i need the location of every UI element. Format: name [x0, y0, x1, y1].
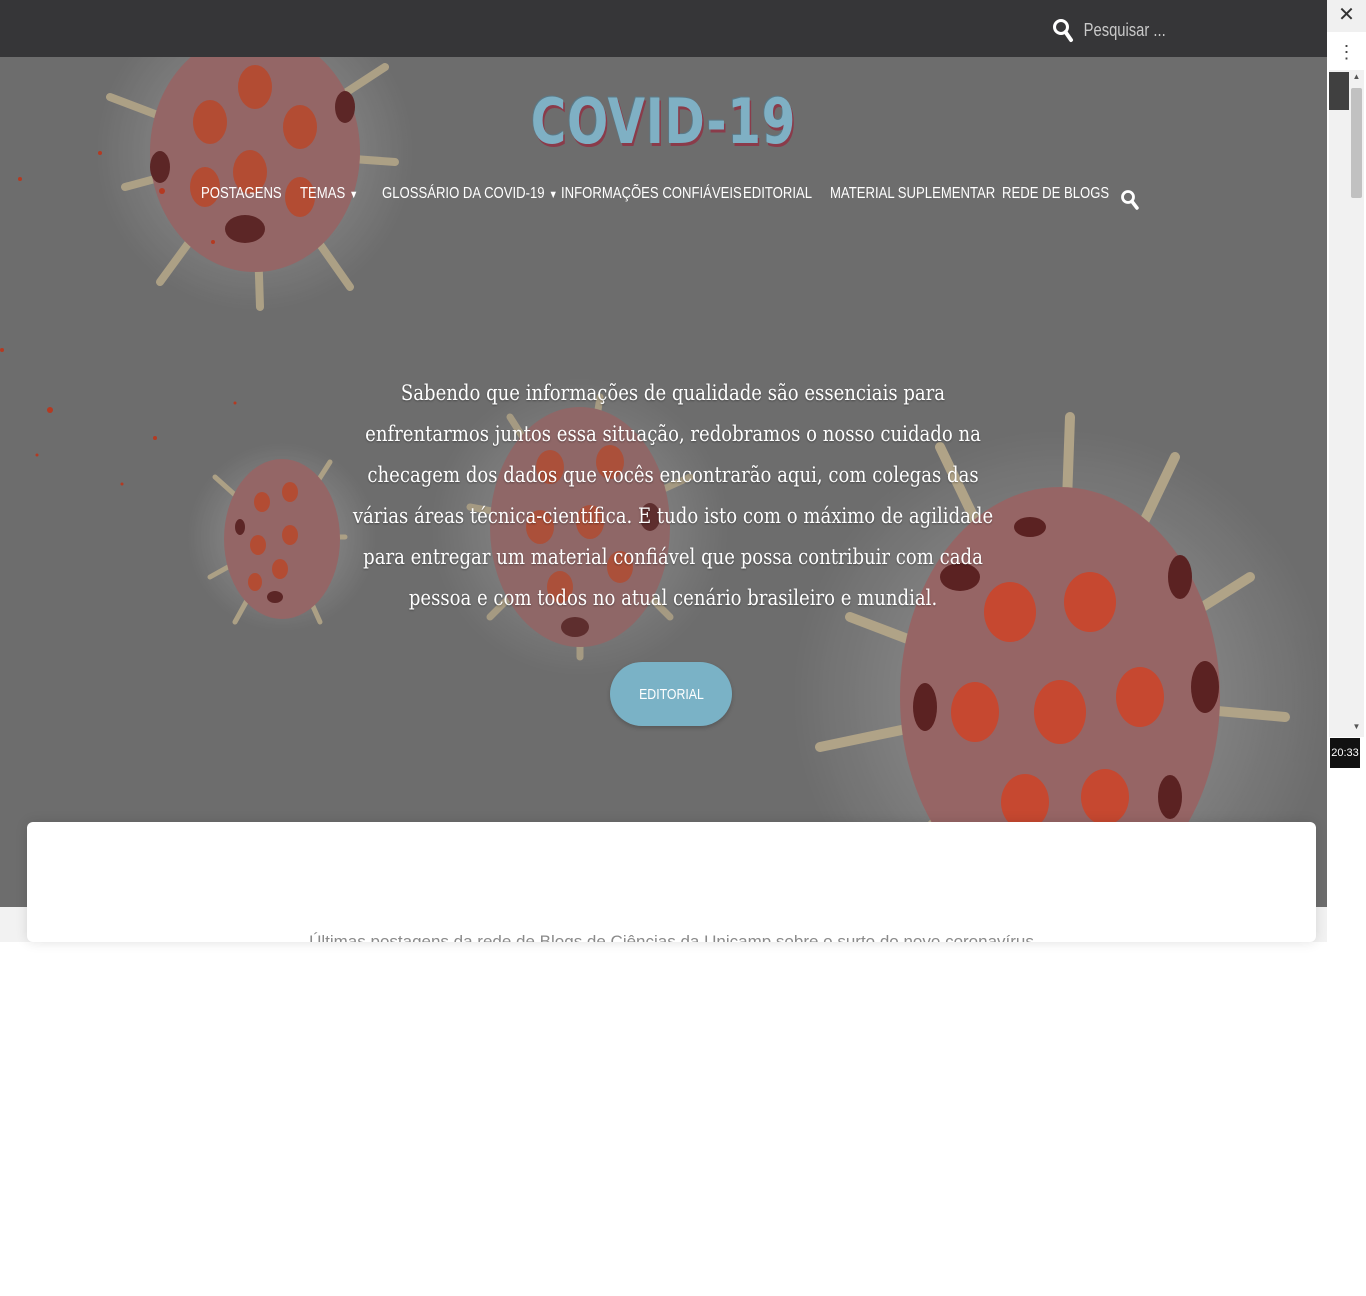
nav-item-label: REDE DE BLOGS: [1002, 185, 1110, 202]
search-input[interactable]: [1082, 18, 1250, 42]
caret-down-icon: ▼: [349, 189, 359, 201]
scrollbar-thumb[interactable]: [1351, 88, 1362, 198]
nav-item-informacoes-confiaveis[interactable]: INFORMAÇÕES CONFIÁVEIS: [561, 185, 742, 203]
caret-down-icon: ▼: [548, 189, 558, 201]
search-icon[interactable]: [1052, 17, 1076, 43]
nav-item-editorial[interactable]: EDITORIAL: [743, 185, 812, 203]
editorial-button[interactable]: EDITORIAL: [610, 662, 732, 726]
scroll-up-icon[interactable]: ▲: [1351, 72, 1362, 84]
more-vertical-icon[interactable]: ⋮: [1327, 38, 1366, 68]
top-bar: [0, 0, 1327, 57]
nav-item-material-suplementar[interactable]: MATERIAL SUPLEMENTAR: [830, 185, 995, 203]
hero-text: Sabendo que informações de qualidade são…: [352, 381, 994, 610]
panel-block: [1329, 72, 1349, 110]
nav-item-label: TEMAS: [300, 185, 346, 202]
nav-item-label: MATERIAL SUPLEMENTAR: [830, 185, 996, 202]
content-card: Últimas postagens da rede de Blogs de Ci…: [27, 822, 1316, 942]
section-subtitle: Últimas postagens da rede de Blogs de Ci…: [309, 932, 1034, 942]
editorial-button-label: EDITORIAL: [638, 685, 704, 703]
nav-item-label: EDITORIAL: [743, 185, 813, 202]
close-icon[interactable]: ✕: [1327, 0, 1366, 32]
nav-item-label: INFORMAÇÕES CONFIÁVEIS: [561, 185, 742, 202]
nav-item-temas[interactable]: TEMAS ▼: [300, 185, 358, 203]
top-search[interactable]: [1052, 14, 1292, 46]
scroll-down-icon[interactable]: ▼: [1351, 722, 1362, 734]
nav-item-glossario[interactable]: GLOSSÁRIO DA COVID-19 ▼: [382, 185, 558, 203]
nav-item-label: POSTAGENS: [201, 185, 282, 202]
nav-item-label: GLOSSÁRIO DA COVID-19: [382, 185, 545, 202]
nav-item-postagens[interactable]: POSTAGENS: [201, 185, 282, 203]
nav-item-rede-de-blogs[interactable]: REDE DE BLOGS: [1002, 185, 1109, 203]
nav-search-icon[interactable]: [1120, 189, 1142, 211]
site-logo[interactable]: COVID-19: [146, 85, 1181, 158]
browser-side-panel: ✕ ⋮ ▲ ▼ 20:33: [1327, 0, 1366, 1296]
clock-time: 20:33: [1330, 738, 1360, 768]
hero-section: COVID-19 POSTAGENS TEMAS ▼ GLOSSÁRIO DA C…: [0, 57, 1327, 907]
